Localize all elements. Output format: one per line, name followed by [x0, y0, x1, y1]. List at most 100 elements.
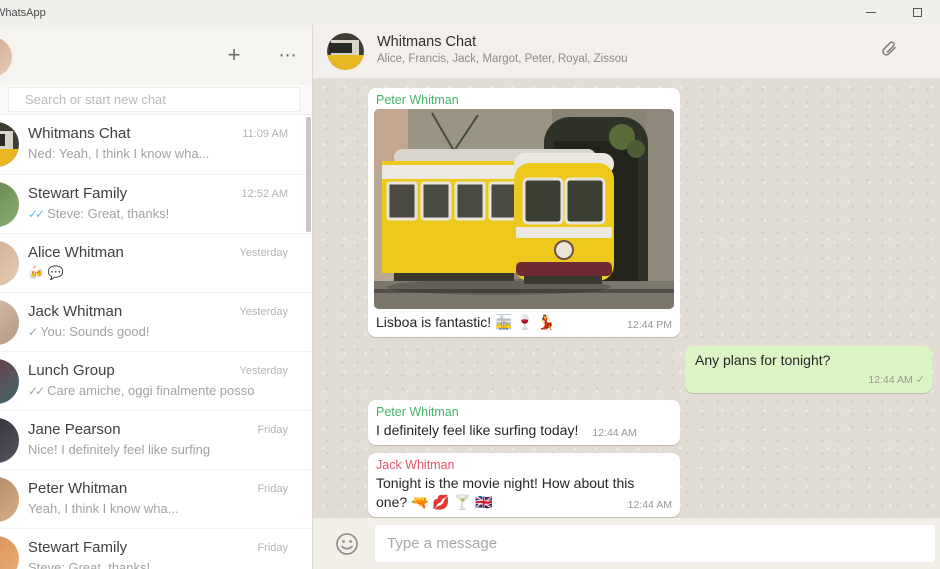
ellipsis-icon: ⋯: [278, 45, 298, 65]
chat-time: Yesterday: [239, 306, 288, 318]
message-sender: Peter Whitman: [376, 405, 459, 419]
tram-avatar-image: [327, 33, 364, 70]
chat-list-item-stewart-family[interactable]: Stewart Family 12:52 AM ✓✓ Steve: Great, …: [0, 174, 312, 233]
chat-list-item-stewart-family-2[interactable]: Stewart Family Friday Steve: Great, than…: [0, 528, 312, 569]
emoji-button[interactable]: [334, 531, 360, 557]
chat-preview: Steve: Great, thanks!: [28, 560, 288, 569]
conversation-panel: Whitmans Chat Alice, Francis, Jack, Marg…: [313, 25, 940, 569]
message-incoming-surfing[interactable]: Peter Whitman I definitely feel like sur…: [368, 400, 680, 446]
message-incoming-photo[interactable]: Peter Whitman Lisboa is fantastic! 🚋 🍷 💃…: [368, 88, 680, 337]
chat-list-item-lunch-group[interactable]: Lunch Group Yesterday ✓✓ Care amiche, ogg…: [0, 351, 312, 410]
message-status-ticks: ✓: [915, 374, 925, 386]
message-time: 12:44 AM: [868, 374, 913, 386]
message-sender: Jack Whitman: [376, 458, 455, 473]
window-controls: [848, 0, 940, 25]
chat-time: Friday: [257, 424, 288, 436]
chat-list: Whitmans Chat 11:09 AM Ned: Yeah, I thin…: [0, 115, 312, 569]
message-time: 12:44 AM: [592, 427, 637, 440]
message-status-ticks: ✓✓: [28, 207, 45, 221]
chat-avatar: [0, 536, 19, 569]
message-outgoing[interactable]: Any plans for tonight? 12:44 AM ✓: [685, 346, 932, 393]
chat-avatar: [0, 359, 19, 404]
chat-preview: ✓✓ Care amiche, oggi finalmente posso: [28, 383, 288, 398]
message-text: I definitely feel like surfing today!: [376, 422, 579, 438]
smiley-icon: [336, 533, 358, 555]
chat-time: Yesterday: [239, 365, 288, 377]
app-body: + ⋯ Search or start new chat Whitmans Ch…: [0, 25, 940, 569]
message-text: Any plans for tonight?: [695, 352, 831, 368]
chat-preview: 🍻 💬: [28, 265, 288, 281]
chat-time: 12:52 AM: [241, 188, 288, 200]
conversation-avatar[interactable]: [327, 33, 364, 70]
conversation-header[interactable]: Whitmans Chat Alice, Francis, Jack, Marg…: [313, 25, 940, 78]
chat-list-item-jack-whitman[interactable]: Jack Whitman Yesterday ✓ You: Sounds good…: [0, 292, 312, 351]
chat-avatar: [0, 122, 19, 167]
chat-preview-text: Steve: Great, thanks!: [28, 560, 151, 569]
sidebar-actions: + ⋯: [220, 25, 302, 85]
chat-avatar: [0, 418, 19, 463]
chat-name: Peter Whitman: [28, 480, 128, 497]
photo-message-image[interactable]: [374, 109, 674, 309]
chat-preview: Yeah, I think I know wha...: [28, 501, 288, 516]
chat-name: Stewart Family: [28, 539, 128, 556]
photo-caption: Lisboa is fantastic! 🚋 🍷 💃: [376, 314, 556, 330]
photo-caption-row: Lisboa is fantastic! 🚋 🍷 💃 12:44 PM: [368, 309, 680, 337]
maximize-button[interactable]: [894, 0, 940, 25]
conversation-title: Whitmans Chat: [377, 34, 477, 50]
maximize-icon: [912, 8, 922, 17]
search-bar: [0, 85, 312, 115]
chat-avatar: [0, 300, 19, 345]
chat-list-item-peter-whitman[interactable]: Peter Whitman Friday Yeah, I think I kno…: [0, 469, 312, 528]
minimize-icon: [866, 12, 876, 13]
chat-preview-text: Ned: Yeah, I think I know wha...: [28, 146, 210, 161]
chat-time: Friday: [257, 483, 288, 495]
conversation-titles: Whitmans Chat Alice, Francis, Jack, Marg…: [377, 34, 628, 65]
composer-bar: [313, 518, 940, 569]
message-body: Tonight is the movie night! How about th…: [368, 474, 672, 511]
chat-list-item-jane-pearson[interactable]: Jane Pearson Friday Nice! I definitely f…: [0, 410, 312, 469]
sidebar-header: + ⋯: [0, 25, 312, 85]
chat-avatar: [0, 477, 19, 522]
message-input[interactable]: [375, 525, 935, 562]
chat-preview-text: Yeah, I think I know wha...: [28, 501, 179, 516]
chat-preview: Nice! I definitely feel like surfing: [28, 442, 288, 457]
message-time: 12:44 PM: [627, 319, 672, 331]
chat-list-item-whitmans-chat[interactable]: Whitmans Chat 11:09 AM Ned: Yeah, I thin…: [0, 115, 312, 174]
message-incoming-movie-night[interactable]: Jack Whitman Tonight is the movie night!…: [368, 453, 680, 518]
chat-preview-text: Nice! I definitely feel like surfing: [28, 442, 211, 457]
search-input[interactable]: [8, 87, 300, 112]
message-status-ticks: ✓: [28, 325, 38, 339]
paperclip-icon: [882, 41, 896, 56]
chat-preview: ✓✓ Steve: Great, thanks!: [28, 206, 288, 221]
whatsapp-window: WhatsApp + ⋯ Search or start new chat Wh…: [0, 0, 940, 569]
chat-preview-text: 🍻 💬: [28, 265, 64, 280]
new-chat-button[interactable]: +: [220, 44, 248, 66]
message-sender: Peter Whitman: [376, 93, 459, 107]
my-profile-avatar[interactable]: [0, 37, 12, 77]
tram-avatar-image: [0, 122, 19, 167]
chat-avatar: [0, 241, 19, 286]
chat-list-item-alice-whitman[interactable]: Alice Whitman Yesterday 🍻 💬: [0, 233, 312, 292]
title-bar: WhatsApp: [0, 0, 940, 25]
chat-preview-text: Care amiche, oggi finalmente posso: [47, 383, 255, 398]
menu-button[interactable]: ⋯: [274, 46, 302, 64]
chat-preview: Ned: Yeah, I think I know wha...: [28, 146, 288, 161]
message-time: 12:44 AM: [627, 499, 672, 512]
minimize-button[interactable]: [848, 0, 894, 25]
chat-preview-text: Steve: Great, thanks!: [47, 206, 170, 221]
sidebar-scrollbar[interactable]: [306, 117, 311, 232]
chat-avatar: [0, 182, 19, 227]
chat-preview-text: You: Sounds good!: [40, 324, 150, 339]
message-meta: 12:44 AM ✓: [695, 370, 925, 388]
sidebar: + ⋯ Search or start new chat Whitmans Ch…: [0, 25, 313, 569]
chat-preview: ✓ You: Sounds good!: [28, 324, 288, 339]
chat-name: Jane Pearson: [28, 421, 121, 438]
attach-button[interactable]: [880, 41, 900, 61]
chat-time: 11:09 AM: [242, 128, 288, 140]
window-title: WhatsApp: [0, 6, 46, 19]
plus-icon: +: [227, 42, 241, 67]
message-body: I definitely feel like surfing today! 12…: [368, 421, 672, 439]
chat-time: Yesterday: [239, 247, 288, 259]
chat-time: Friday: [257, 542, 288, 554]
lisbon-tram-photo: [374, 109, 674, 309]
